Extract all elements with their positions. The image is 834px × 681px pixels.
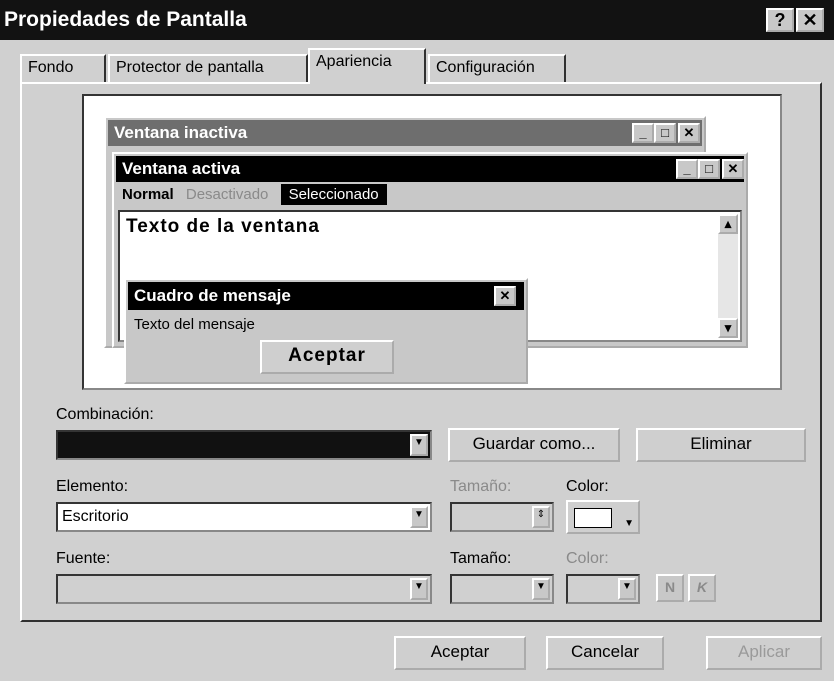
message-box[interactable]: Cuadro de mensaje ✕ Texto del mensaje Ac… (124, 278, 528, 384)
inactive-title-bar: Ventana inactiva (108, 120, 702, 146)
message-title-bar: Cuadro de mensaje (128, 282, 524, 310)
cancel-button[interactable]: Cancelar (546, 636, 664, 670)
appearance-preview[interactable]: Ventana inactiva _ □ ✕ Ventana activa _ … (82, 94, 782, 390)
window-text: Texto de la ventana (126, 216, 320, 237)
close-icon: ✕ (722, 159, 744, 179)
menu-selected[interactable]: Seleccionado (280, 184, 387, 205)
delete-button[interactable]: Eliminar (636, 428, 806, 462)
chevron-down-icon[interactable]: ▼ (410, 506, 428, 528)
chevron-down-icon: ▼ (624, 518, 634, 529)
scroll-down-icon[interactable]: ▾ (718, 318, 738, 338)
maximize-icon: □ (698, 159, 720, 179)
minimize-icon: _ (632, 123, 654, 143)
font-size-select[interactable]: ▼ (450, 574, 554, 604)
window-title: Propiedades de Pantalla (4, 8, 247, 31)
message-ok-button[interactable]: Aceptar (260, 340, 394, 374)
font-select[interactable]: ▼ (56, 574, 432, 604)
tab-fondo[interactable]: Fondo (20, 54, 106, 82)
display-properties-dialog: Propiedades de Pantalla ? ✕ Fondo Protec… (0, 0, 834, 681)
minimize-icon: _ (676, 159, 698, 179)
apply-button[interactable]: Aplicar (706, 636, 822, 670)
scroll-up-icon[interactable]: ▴ (718, 214, 738, 234)
menu-disabled: Desactivado (185, 186, 269, 203)
save-as-button[interactable]: Guardar como... (448, 428, 620, 462)
item-select[interactable]: Escritorio ▼ (56, 502, 432, 532)
item-size-spinner[interactable]: ⇕ (450, 502, 554, 532)
item-color-button[interactable]: ▼ (566, 500, 640, 534)
tab-protector[interactable]: Protector de pantalla (108, 54, 308, 82)
close-icon: ✕ (494, 286, 516, 306)
tab-configuracion[interactable]: Configuración (428, 54, 566, 82)
title-bar: Propiedades de Pantalla ? ✕ (0, 0, 834, 40)
item-label: Elemento: (56, 478, 129, 495)
chevron-down-icon[interactable]: ▼ (410, 578, 428, 600)
message-text: Texto del mensaje (134, 316, 255, 333)
spinner-arrows-icon[interactable]: ⇕ (532, 506, 550, 528)
maximize-icon: □ (654, 123, 676, 143)
item-color-label: Color: (566, 478, 609, 495)
preview-menu-bar: Normal Desactivado Seleccionado (122, 184, 387, 206)
item-value: Escritorio (62, 508, 129, 525)
active-title: Ventana activa (122, 159, 241, 178)
font-color-label: Color: (566, 550, 609, 567)
font-color-select[interactable]: ▼ (566, 574, 640, 604)
ok-button[interactable]: Aceptar (394, 636, 526, 670)
inactive-title: Ventana inactiva (114, 123, 248, 142)
item-size-label: Tamaño: (450, 478, 512, 495)
close-button[interactable]: ✕ (796, 8, 824, 32)
bold-button[interactable]: N (656, 574, 684, 602)
font-label: Fuente: (56, 550, 111, 567)
color-swatch (574, 508, 612, 528)
scheme-label: Combinación: (56, 406, 154, 423)
scrollbar[interactable]: ▴ ▾ (718, 214, 738, 338)
chevron-down-icon[interactable]: ▼ (532, 578, 550, 600)
help-button[interactable]: ? (766, 8, 794, 32)
close-icon: ✕ (678, 123, 700, 143)
tab-apariencia[interactable]: Apariencia (308, 48, 426, 84)
italic-button[interactable]: K (688, 574, 716, 602)
scheme-select[interactable]: ▼ (56, 430, 432, 460)
message-title: Cuadro de mensaje (134, 286, 291, 305)
menu-normal[interactable]: Normal (122, 186, 174, 203)
font-size-label: Tamaño: (450, 550, 512, 567)
chevron-down-icon[interactable]: ▼ (618, 578, 636, 600)
chevron-down-icon[interactable]: ▼ (410, 434, 428, 456)
active-title-bar: Ventana activa (116, 156, 744, 182)
